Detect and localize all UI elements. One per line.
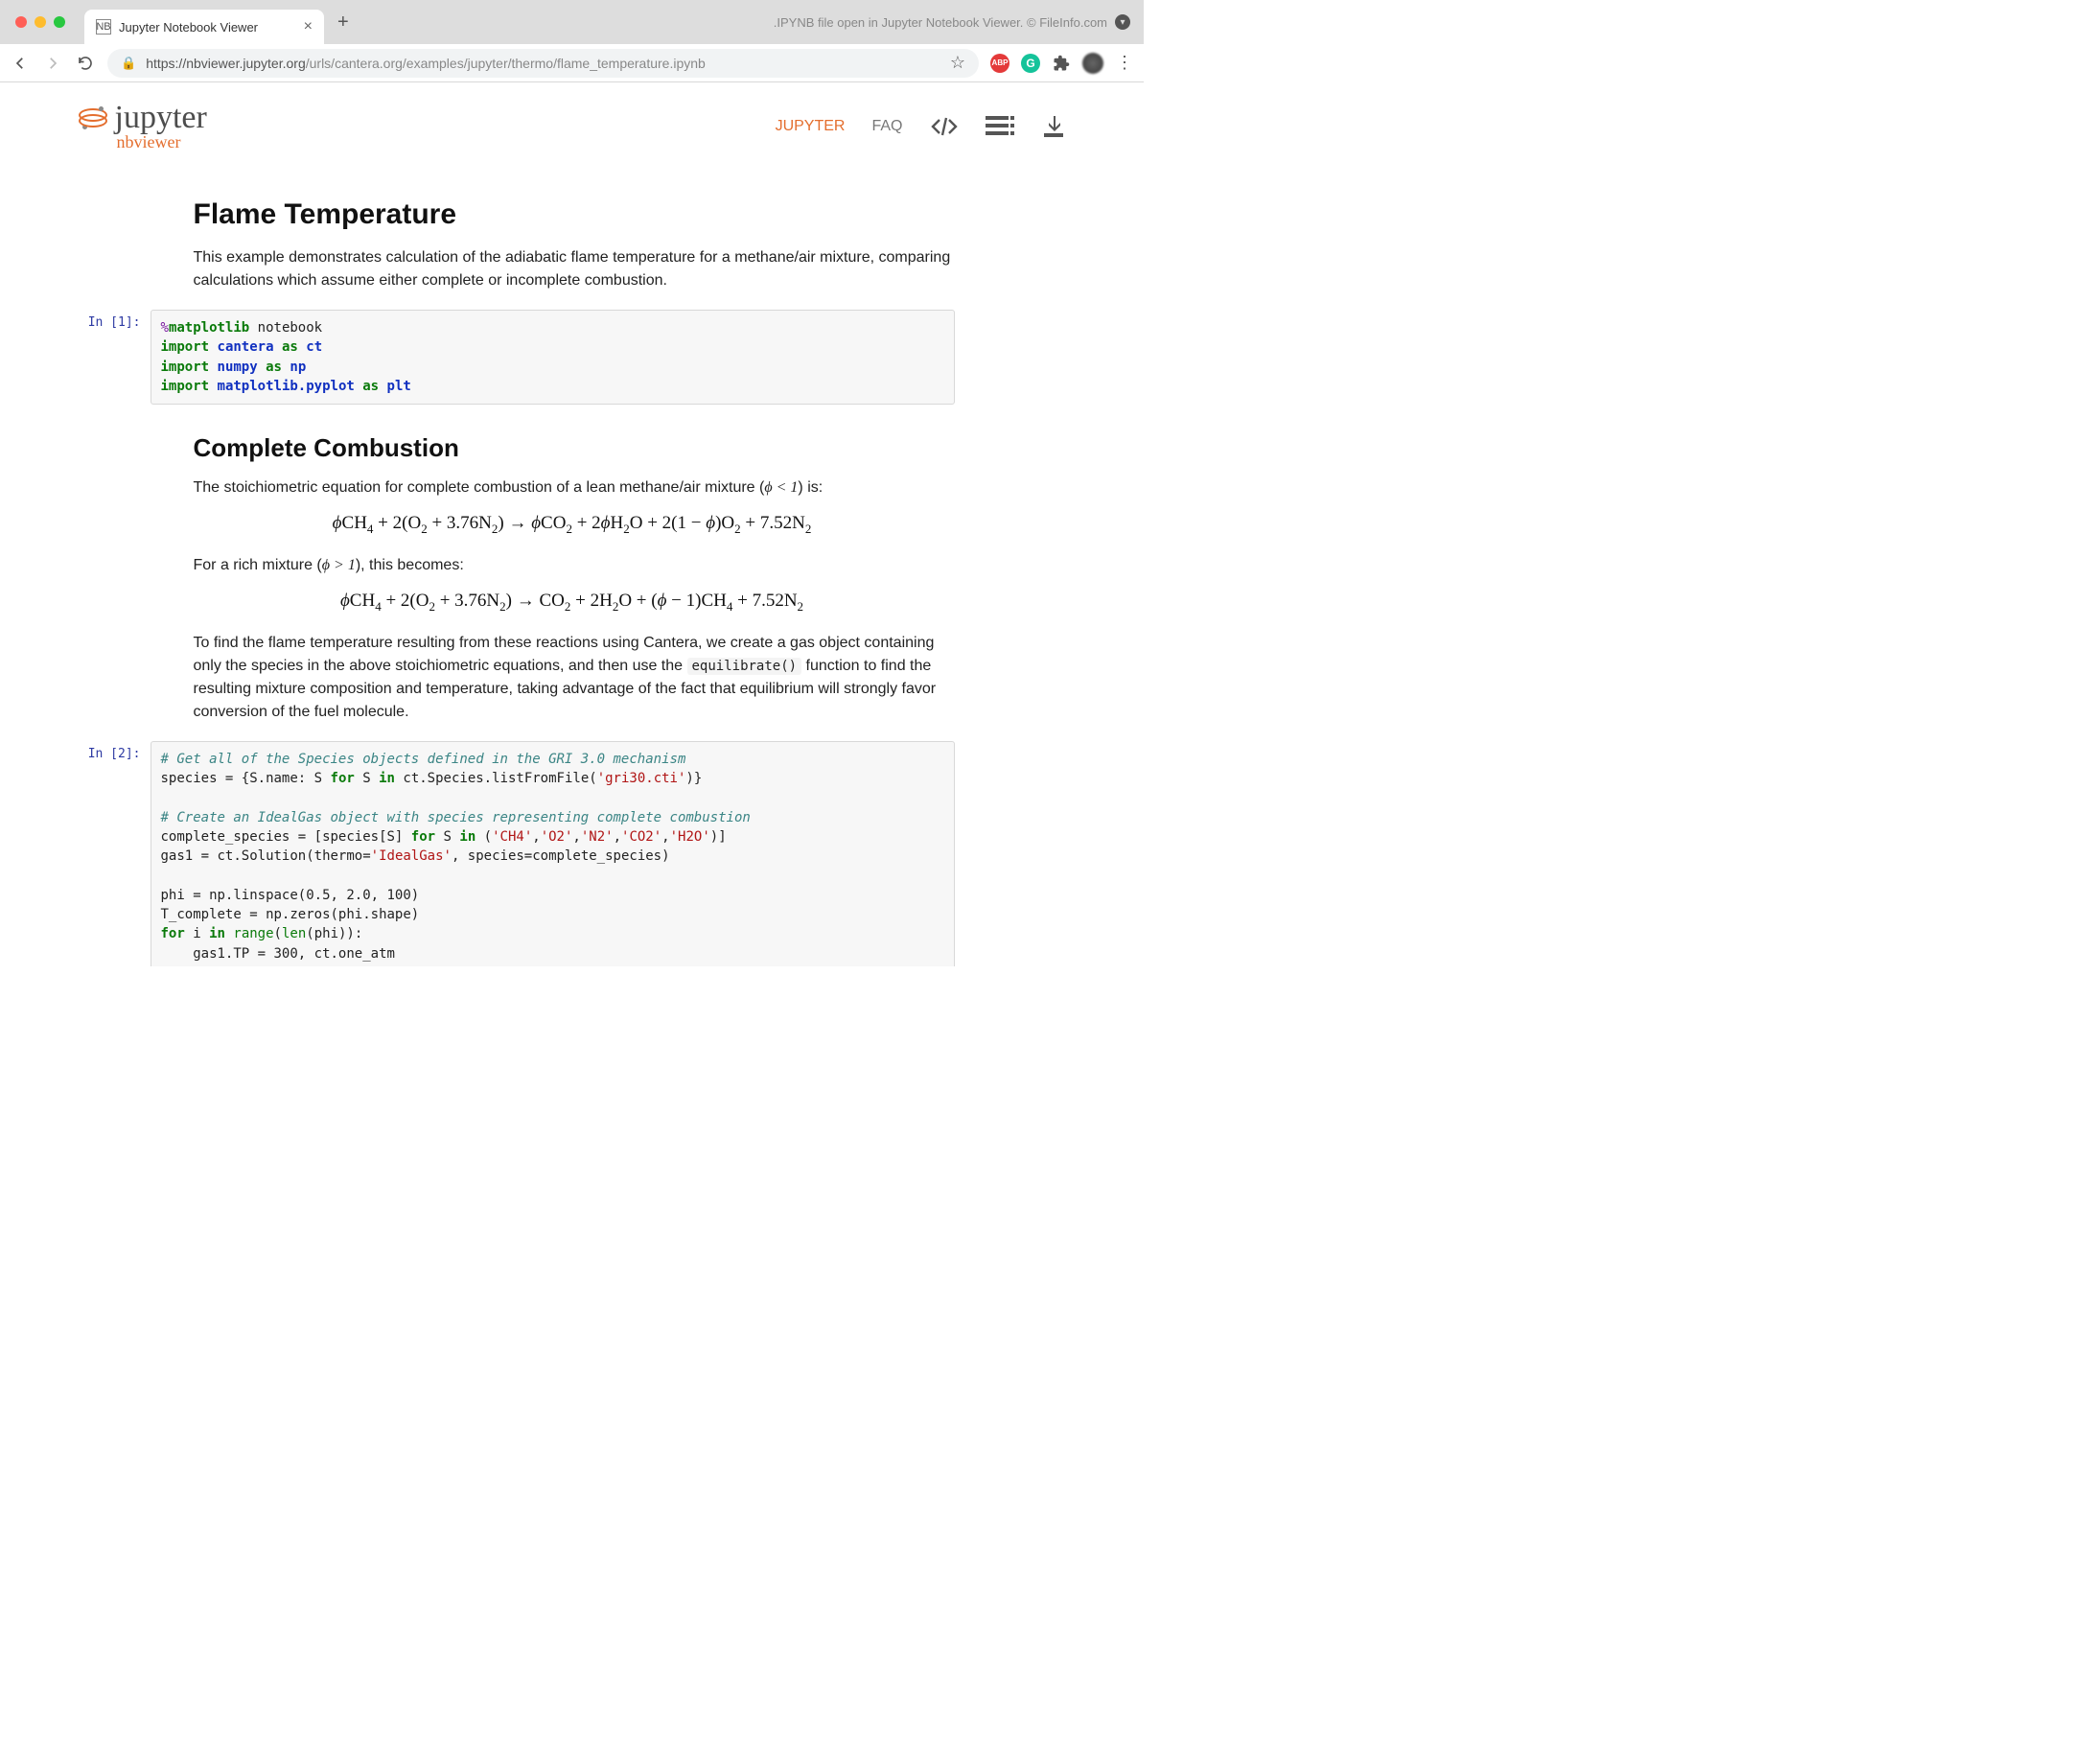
equation-2: ϕCH4 + 2(O2 + 3.76N2) → CO2 + 2H2O + (ϕ … <box>194 591 951 615</box>
profile-avatar[interactable] <box>1082 53 1103 74</box>
nbviewer-nav: JUPYTER FAQ <box>776 114 1066 139</box>
cell-prompt: In [1]: <box>79 310 151 405</box>
code-input[interactable]: %matplotlib notebook import cantera as c… <box>151 310 955 405</box>
window-controls <box>15 16 65 28</box>
nav-faq-link[interactable]: FAQ <box>871 118 902 135</box>
intro-paragraph: This example demonstrates calculation of… <box>194 246 951 292</box>
page-title: Flame Temperature <box>194 198 951 231</box>
reload-button[interactable] <box>75 53 96 74</box>
page-scroll-area[interactable]: jupyter nbviewer JUPYTER FAQ Flame Tempe… <box>0 82 1144 966</box>
extensions-icon[interactable] <box>1052 54 1071 73</box>
nbviewer-header: jupyter nbviewer JUPYTER FAQ <box>79 100 1066 172</box>
maximize-window-button[interactable] <box>54 16 65 28</box>
new-tab-button[interactable]: + <box>337 12 349 34</box>
paragraph: The stoichiometric equation for complete… <box>194 476 951 499</box>
section-heading: Complete Combustion <box>194 433 951 463</box>
forward-button[interactable] <box>42 53 63 74</box>
paragraph: To find the flame temperature resulting … <box>194 632 951 724</box>
browser-menu-icon[interactable]: ⋮ <box>1115 54 1134 73</box>
address-bar[interactable]: 🔒 https://nbviewer.jupyter.org/urls/cant… <box>107 49 979 78</box>
nav-jupyter-link[interactable]: JUPYTER <box>776 118 846 135</box>
tab-title: Jupyter Notebook Viewer <box>119 20 296 35</box>
lock-icon: 🔒 <box>121 56 136 71</box>
inline-code: equilibrate() <box>687 658 802 675</box>
close-window-button[interactable] <box>15 16 27 28</box>
jupyter-logo[interactable]: jupyter nbviewer <box>79 100 207 152</box>
bookmark-star-icon[interactable]: ☆ <box>950 53 965 73</box>
grammarly-extension-icon[interactable]: G <box>1021 54 1040 73</box>
paragraph: For a rich mixture (ϕ > 1), this becomes… <box>194 554 951 577</box>
tabbar-caption: .IPYNB file open in Jupyter Notebook Vie… <box>774 0 1130 44</box>
execute-binder-icon[interactable] <box>986 114 1014 139</box>
jupyter-logo-icon <box>79 106 107 129</box>
code-cell-2: In [2]: # Get all of the Species objects… <box>79 741 955 966</box>
browser-tab[interactable]: NB Jupyter Notebook Viewer × <box>84 10 324 44</box>
url-text: https://nbviewer.jupyter.org/urls/canter… <box>146 56 706 71</box>
tab-close-icon[interactable]: × <box>304 18 313 35</box>
minimize-window-button[interactable] <box>35 16 46 28</box>
download-icon[interactable] <box>1041 114 1066 139</box>
code-input[interactable]: # Get all of the Species objects defined… <box>151 741 955 966</box>
adblock-extension-icon[interactable]: ABP <box>990 54 1009 73</box>
cell-prompt: In [2]: <box>79 741 151 966</box>
tab-favicon: NB <box>96 19 111 35</box>
logo-text: jupyter <box>115 100 207 136</box>
logo-subtitle: nbviewer <box>117 132 207 152</box>
browser-tabbar: NB Jupyter Notebook Viewer × + .IPYNB fi… <box>0 0 1144 44</box>
code-cell-1: In [1]: %matplotlib notebook import cant… <box>79 310 955 405</box>
notebook-content: Flame Temperature This example demonstra… <box>79 198 1066 966</box>
caption-dropdown-icon[interactable]: ▾ <box>1115 14 1130 30</box>
back-button[interactable] <box>10 53 31 74</box>
equation-1: ϕCH4 + 2(O2 + 3.76N2) → ϕCO2 + 2ϕH2O + 2… <box>194 513 951 537</box>
view-source-icon[interactable] <box>930 115 959 138</box>
browser-toolbar: 🔒 https://nbviewer.jupyter.org/urls/cant… <box>0 44 1144 82</box>
caption-text: .IPYNB file open in Jupyter Notebook Vie… <box>774 15 1107 30</box>
